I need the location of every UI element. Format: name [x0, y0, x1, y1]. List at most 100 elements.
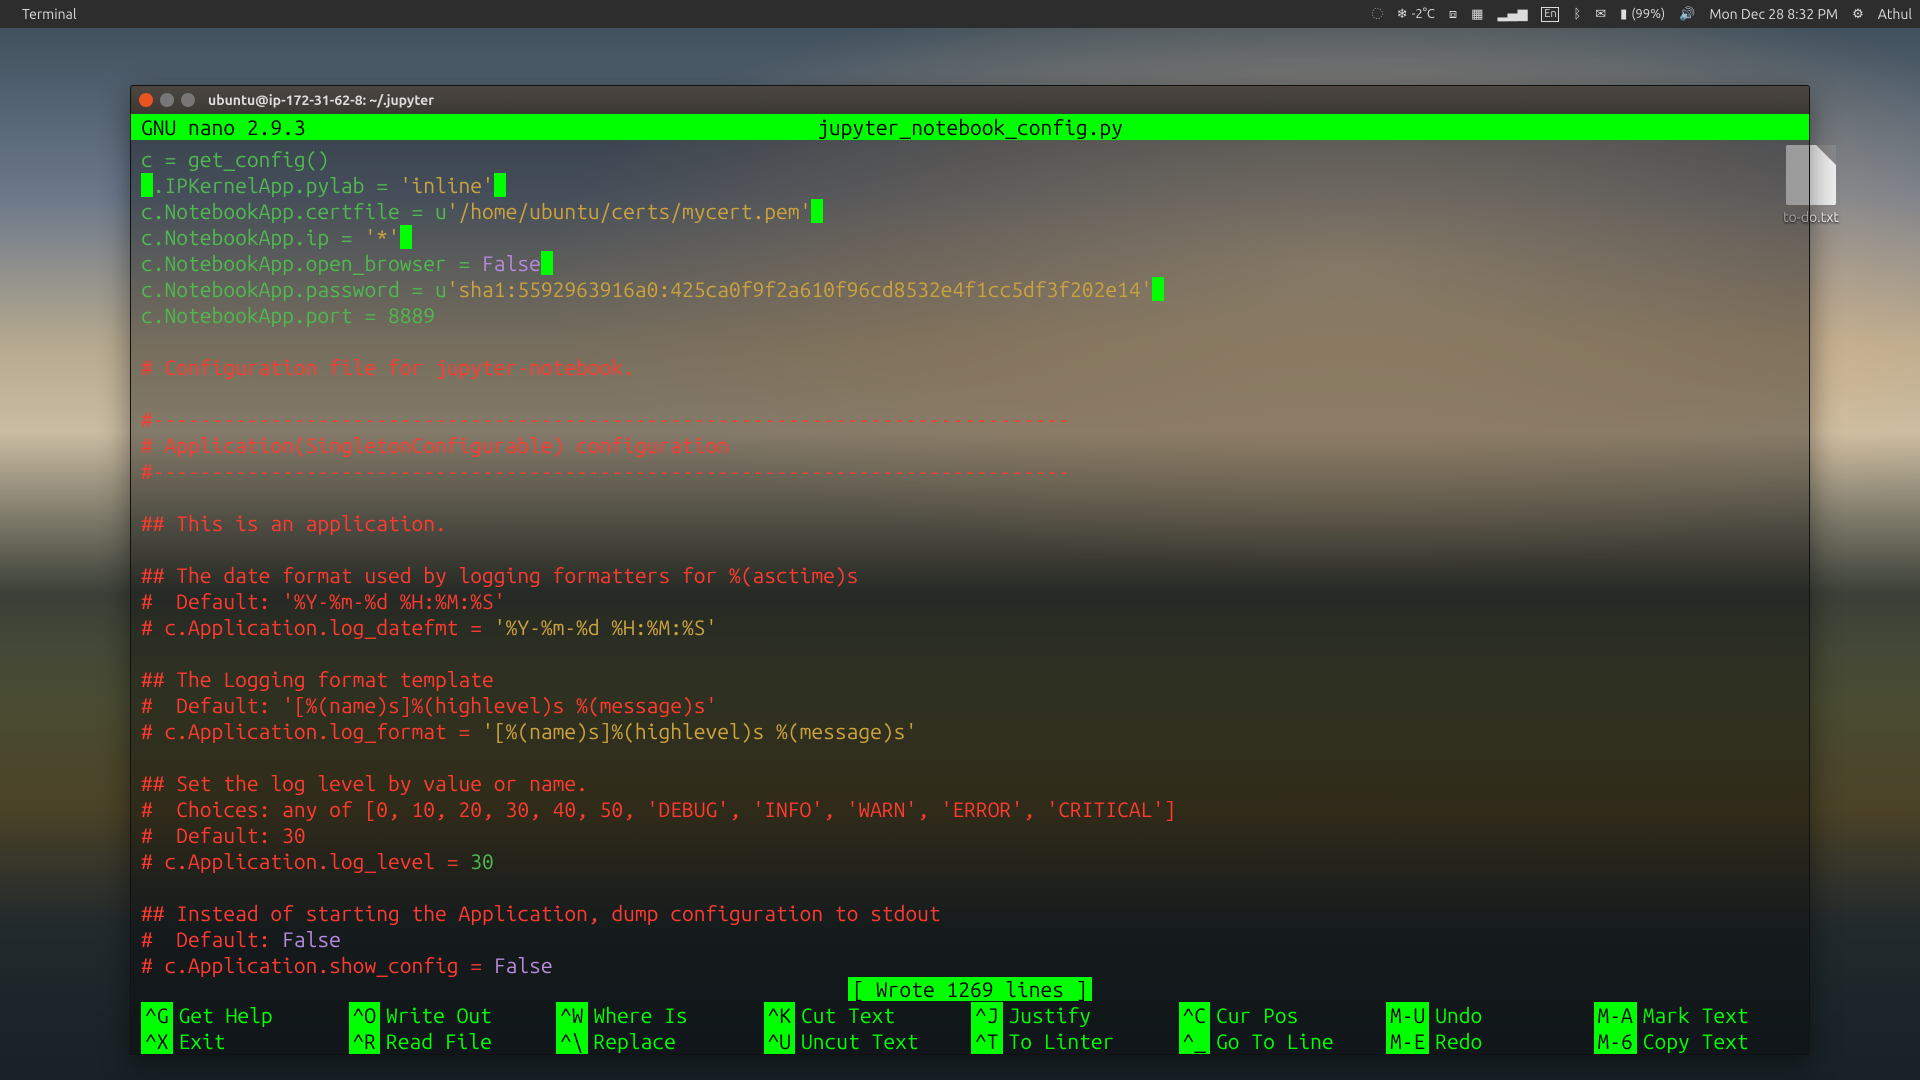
nano-help-key: M-E	[1386, 1028, 1429, 1054]
nano-header: GNU nano 2.9.3 jupyter_notebook_config.p…	[131, 114, 1809, 140]
nano-help-label: Write Out	[386, 1002, 492, 1028]
nano-help-label: Replace	[594, 1028, 676, 1054]
code-comment: # c.Application.log_level =	[141, 849, 470, 873]
battery-indicator[interactable]: ▮ (99%)	[1620, 7, 1665, 22]
cursor: c	[141, 173, 153, 197]
code-line: c = get_config()	[141, 147, 329, 171]
cursor	[400, 225, 412, 249]
cursor	[494, 173, 506, 197]
nano-help-item: M-UUndo	[1386, 1002, 1592, 1028]
nano-version: GNU nano 2.9.3	[131, 114, 306, 140]
nano-help: ^GGet Help^OWrite Out^WWhere Is^KCut Tex…	[141, 1002, 1799, 1054]
nano-filename: jupyter_notebook_config.py	[817, 114, 1123, 140]
cursor	[541, 251, 553, 275]
code-comment: ## Instead of starting the Application, …	[141, 901, 941, 925]
nano-help-key: ^J	[971, 1002, 1003, 1028]
code-str: '[%(name)s]%(highlevel)s %(message)s'	[482, 719, 917, 743]
nano-help-key: ^T	[971, 1028, 1003, 1054]
code-comment: # c.Application.show_config =	[141, 953, 494, 977]
nano-help-label: Undo	[1435, 1002, 1482, 1028]
nano-status-text: [ Wrote 1269 lines ]	[848, 977, 1091, 1001]
code-line: c.NotebookApp.password = u	[141, 277, 447, 301]
nano-help-label: Mark Text	[1643, 1002, 1749, 1028]
minimize-icon[interactable]	[160, 93, 174, 107]
code-kw: False	[482, 251, 541, 275]
nano-help-item: ^GGet Help	[141, 1002, 347, 1028]
input-source-indicator[interactable]: En	[1541, 7, 1559, 22]
code-comment: # Configuration file for jupyter-noteboo…	[141, 355, 635, 379]
code-comment: ## The date format used by logging forma…	[141, 563, 858, 587]
code-kw: False	[282, 927, 341, 951]
nano-help-label: Get Help	[179, 1002, 273, 1028]
code-num: 30	[470, 849, 494, 873]
nano-help-key: M-A	[1594, 1002, 1637, 1028]
clock[interactable]: Mon Dec 28 8:32 PM	[1709, 6, 1838, 22]
nano-help-key: ^U	[764, 1028, 796, 1054]
dropbox-icon[interactable]: ⧈	[1449, 7, 1457, 22]
close-icon[interactable]	[139, 93, 153, 107]
nano-help-key: ^\	[556, 1028, 588, 1054]
nano-help-key: ^O	[349, 1002, 381, 1028]
nano-help-key: ^R	[349, 1028, 381, 1054]
nano-help-key: ^W	[556, 1002, 588, 1028]
nano-help-label: Uncut Text	[801, 1028, 919, 1054]
app-menu[interactable]: Terminal	[22, 6, 77, 22]
code-num: 8889	[388, 303, 435, 327]
terminal-window[interactable]: ubuntu@ip-172-31-62-8: ~/.jupyter GNU na…	[130, 85, 1810, 1055]
nano-help-key: ^K	[764, 1002, 796, 1028]
bluetooth-icon[interactable]: ᛒ	[1573, 7, 1581, 21]
nano-help-key: M-6	[1594, 1028, 1637, 1054]
code-comment: # Default:	[141, 927, 282, 951]
code-comment: # Default: '%Y-%m-%d %H:%M:%S'	[141, 589, 506, 613]
nano-help-label: Cur Pos	[1216, 1002, 1298, 1028]
volume-icon[interactable]: 🔊	[1679, 7, 1695, 22]
code-str: '*'	[364, 225, 399, 249]
code-str: 'inline'	[400, 173, 494, 197]
nano-help-item: ^RRead File	[349, 1028, 555, 1054]
nano-help-item: ^TTo Linter	[971, 1028, 1177, 1054]
code-comment: # Application(SingletonConfigurable) con…	[141, 433, 729, 457]
nano-body[interactable]: c = get_config() c.IPKernelApp.pylab = '…	[131, 140, 1809, 1054]
gear-icon[interactable]: ⚙	[1852, 7, 1864, 22]
nano-help-label: Redo	[1435, 1028, 1482, 1054]
code-comment: # Choices: any of [0, 10, 20, 30, 40, 50…	[141, 797, 1176, 821]
nano-status: [ Wrote 1269 lines ]	[131, 976, 1809, 1002]
nano-help-key: M-U	[1386, 1002, 1429, 1028]
code-comment: #---------------------------------------…	[141, 459, 1070, 483]
cursor	[811, 199, 823, 223]
nano-help-label: Where Is	[594, 1002, 688, 1028]
nano-help-label: Copy Text	[1643, 1028, 1749, 1054]
code-comment: # Default: '[%(name)s]%(highlevel)s %(me…	[141, 693, 717, 717]
code-line: c.NotebookApp.open_browser =	[141, 251, 482, 275]
calendar-icon[interactable]: ▦	[1471, 7, 1483, 22]
nano-help-item: M-ERedo	[1386, 1028, 1592, 1054]
indicator-messaging-icon[interactable]: ◌	[1372, 7, 1383, 21]
code-comment: ## This is an application.	[141, 511, 447, 535]
code-comment: # Default: 30	[141, 823, 306, 847]
window-title: ubuntu@ip-172-31-62-8: ~/.jupyter	[208, 92, 434, 108]
nano-help-item: M-6Copy Text	[1594, 1028, 1800, 1054]
nano-help-item: ^\Replace	[556, 1028, 762, 1054]
nano-help-key: ^G	[141, 1002, 173, 1028]
nano-help-label: Justify	[1009, 1002, 1091, 1028]
nano-help-key: ^X	[141, 1028, 173, 1054]
nano-help-label: Go To Line	[1216, 1028, 1334, 1054]
nano-help-item: ^XExit	[141, 1028, 347, 1054]
nano-editor[interactable]: GNU nano 2.9.3 jupyter_notebook_config.p…	[131, 114, 1809, 140]
top-panel: Terminal ◌ ❄ -2°C ⧈ ▦ ▂▄▆ En ᛒ ✉ ▮ (99%)…	[0, 0, 1920, 28]
code-comment: ## The Logging format template	[141, 667, 494, 691]
code-str: 'sha1:5592963916a0:425ca0f9f2a610f96cd85…	[447, 277, 1153, 301]
wifi-icon[interactable]: ▂▄▆	[1497, 7, 1527, 22]
user-menu[interactable]: Athul	[1878, 6, 1912, 22]
code-comment: ## Set the log level by value or name.	[141, 771, 588, 795]
maximize-icon[interactable]	[181, 93, 195, 107]
code-line: c.NotebookApp.certfile = u	[141, 199, 447, 223]
nano-help-item: ^OWrite Out	[349, 1002, 555, 1028]
weather-indicator[interactable]: ❄ -2°C	[1397, 7, 1435, 22]
window-titlebar[interactable]: ubuntu@ip-172-31-62-8: ~/.jupyter	[131, 86, 1809, 114]
nano-help-item: ^WWhere Is	[556, 1002, 762, 1028]
weather-value: -2°C	[1412, 7, 1435, 21]
code-line: .IPKernelApp.pylab =	[153, 173, 400, 197]
mail-icon[interactable]: ✉	[1595, 7, 1606, 22]
code-str: '/home/ubuntu/certs/mycert.pem'	[447, 199, 812, 223]
